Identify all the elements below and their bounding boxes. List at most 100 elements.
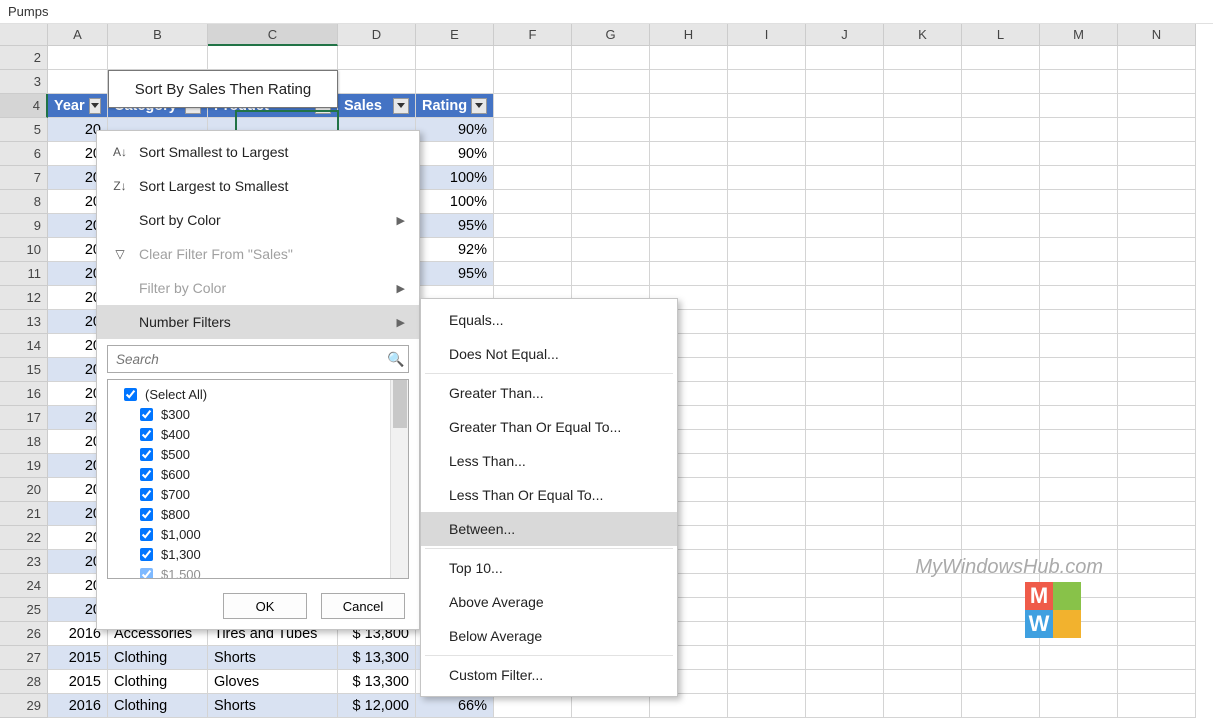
cell[interactable]	[962, 478, 1040, 502]
cell[interactable]	[494, 214, 572, 238]
cell[interactable]	[806, 502, 884, 526]
sort-macro-button[interactable]: Sort By Sales Then Rating	[108, 70, 338, 108]
cell[interactable]	[650, 70, 728, 94]
checkbox[interactable]	[140, 568, 153, 580]
cell[interactable]	[806, 382, 884, 406]
cell[interactable]	[728, 358, 806, 382]
cell[interactable]	[962, 190, 1040, 214]
cell[interactable]	[1040, 382, 1118, 406]
nf-above-avg[interactable]: Above Average	[421, 585, 677, 619]
cell[interactable]	[572, 70, 650, 94]
nf-top10[interactable]: Top 10...	[421, 551, 677, 585]
filter-value-item[interactable]: $1,000	[112, 524, 404, 544]
cell[interactable]	[1040, 502, 1118, 526]
cell[interactable]	[1118, 286, 1196, 310]
checkbox[interactable]	[140, 528, 153, 541]
filter-value-item[interactable]: $700	[112, 484, 404, 504]
cell[interactable]	[1118, 526, 1196, 550]
cell[interactable]	[884, 262, 962, 286]
cell-rating[interactable]: 90%	[416, 118, 494, 142]
col-L[interactable]: L	[962, 24, 1040, 46]
filter-value-item[interactable]: $300	[112, 404, 404, 424]
cell[interactable]	[572, 118, 650, 142]
cell[interactable]	[728, 406, 806, 430]
cell[interactable]	[650, 118, 728, 142]
filter-dropdown-icon[interactable]	[89, 98, 101, 114]
cell[interactable]	[338, 46, 416, 70]
row-header[interactable]: 8	[0, 190, 48, 214]
cell[interactable]	[1118, 454, 1196, 478]
cell[interactable]	[572, 46, 650, 70]
nf-greater[interactable]: Greater Than...	[421, 376, 677, 410]
cell[interactable]	[1118, 334, 1196, 358]
row-header[interactable]: 19	[0, 454, 48, 478]
cell-product[interactable]: Gloves	[208, 670, 338, 694]
checkbox[interactable]	[140, 488, 153, 501]
header-sales[interactable]: Sales	[338, 94, 416, 118]
nf-custom[interactable]: Custom Filter...	[421, 658, 677, 692]
cell[interactable]	[962, 382, 1040, 406]
cell[interactable]	[806, 238, 884, 262]
number-filters[interactable]: Number Filters ▶	[97, 305, 419, 339]
cell[interactable]	[1118, 670, 1196, 694]
cell[interactable]	[962, 526, 1040, 550]
cell[interactable]	[572, 694, 650, 718]
cell[interactable]	[1040, 358, 1118, 382]
nf-greater-eq[interactable]: Greater Than Or Equal To...	[421, 410, 677, 444]
cell[interactable]	[962, 118, 1040, 142]
filter-search[interactable]: 🔍	[107, 345, 409, 373]
header-year[interactable]: Year	[48, 94, 108, 118]
cell[interactable]	[1040, 286, 1118, 310]
row-header[interactable]: 20	[0, 478, 48, 502]
row-header[interactable]: 17	[0, 406, 48, 430]
checkbox[interactable]	[140, 508, 153, 521]
filter-value-item[interactable]: $400	[112, 424, 404, 444]
cell[interactable]	[884, 214, 962, 238]
cell[interactable]	[962, 694, 1040, 718]
row-header[interactable]: 11	[0, 262, 48, 286]
cell[interactable]	[650, 694, 728, 718]
filter-values-list[interactable]: (Select All)$300$400$500$600$700$800$1,0…	[107, 379, 409, 579]
row-header[interactable]: 29	[0, 694, 48, 718]
cell[interactable]	[884, 94, 962, 118]
cell[interactable]	[962, 430, 1040, 454]
cell[interactable]	[1118, 214, 1196, 238]
cell[interactable]	[650, 238, 728, 262]
cell[interactable]	[1040, 646, 1118, 670]
row-header[interactable]: 14	[0, 334, 48, 358]
cell[interactable]	[1118, 694, 1196, 718]
cell[interactable]	[1040, 94, 1118, 118]
col-B[interactable]: B	[108, 24, 208, 46]
filter-dropdown-icon[interactable]	[471, 98, 487, 114]
cell-rating[interactable]: 100%	[416, 190, 494, 214]
cell[interactable]	[494, 262, 572, 286]
cell-product[interactable]: Shorts	[208, 694, 338, 718]
cell-rating[interactable]: 100%	[416, 166, 494, 190]
row-header[interactable]: 21	[0, 502, 48, 526]
cell[interactable]	[806, 670, 884, 694]
cell[interactable]	[1118, 238, 1196, 262]
cell[interactable]	[806, 142, 884, 166]
cell[interactable]	[1118, 550, 1196, 574]
cell[interactable]	[962, 94, 1040, 118]
cell-year[interactable]: 2015	[48, 646, 108, 670]
cell[interactable]	[728, 670, 806, 694]
cell[interactable]	[1118, 406, 1196, 430]
row-header[interactable]: 6	[0, 142, 48, 166]
cell[interactable]	[884, 70, 962, 94]
cell[interactable]	[806, 598, 884, 622]
cell[interactable]	[1118, 118, 1196, 142]
cell[interactable]	[1040, 694, 1118, 718]
cell[interactable]	[1118, 70, 1196, 94]
cell[interactable]	[728, 646, 806, 670]
nf-below-avg[interactable]: Below Average	[421, 619, 677, 653]
cell[interactable]	[728, 334, 806, 358]
cell[interactable]	[1118, 502, 1196, 526]
cell[interactable]	[494, 70, 572, 94]
checkbox[interactable]	[140, 468, 153, 481]
cell[interactable]	[650, 94, 728, 118]
row-header[interactable]: 2	[0, 46, 48, 70]
cell[interactable]	[338, 70, 416, 94]
cell[interactable]	[728, 382, 806, 406]
cell[interactable]	[728, 550, 806, 574]
